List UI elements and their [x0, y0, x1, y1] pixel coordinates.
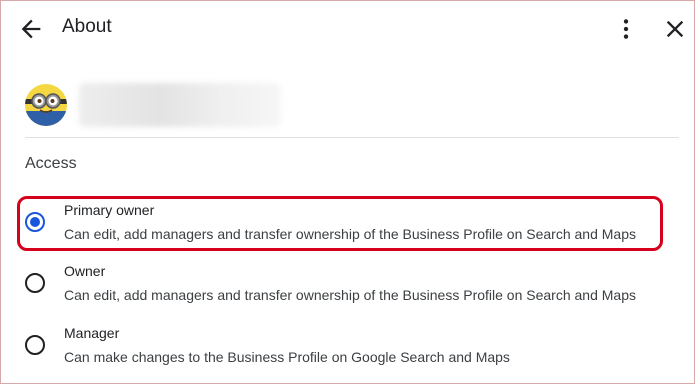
- avatar: [25, 84, 67, 126]
- radio-owner[interactable]: [25, 273, 45, 293]
- close-button[interactable]: [661, 15, 689, 43]
- access-section-title: Access: [25, 155, 77, 172]
- option-description: Can make changes to the Business Profile…: [64, 349, 510, 365]
- radio-manager[interactable]: [25, 335, 45, 355]
- back-button[interactable]: [17, 15, 45, 43]
- radio-primary-owner[interactable]: [25, 212, 45, 232]
- option-title: Manager: [64, 325, 120, 341]
- divider: [25, 137, 679, 138]
- option-description: Can edit, add managers and transfer owne…: [64, 287, 636, 303]
- option-primary-owner[interactable]: Primary owner Can edit, add managers and…: [23, 198, 669, 254]
- option-owner[interactable]: Owner Can edit, add managers and transfe…: [23, 259, 669, 315]
- option-title: Primary owner: [64, 202, 155, 218]
- arrow-back-icon: [21, 19, 41, 39]
- page-title: About: [62, 16, 112, 37]
- option-description: Can edit, add managers and transfer owne…: [64, 226, 636, 242]
- more-options-button[interactable]: [613, 15, 639, 43]
- option-title: Owner: [64, 263, 106, 279]
- close-icon: [666, 20, 684, 38]
- dialog-header: About: [1, 1, 694, 57]
- about-dialog: About Access Primary owner Can edit, add…: [0, 0, 695, 384]
- minion-avatar-icon: [25, 84, 67, 126]
- option-manager[interactable]: Manager Can make changes to the Business…: [23, 321, 669, 377]
- profile-name-redacted: [79, 83, 281, 127]
- more-vert-icon: [623, 19, 629, 39]
